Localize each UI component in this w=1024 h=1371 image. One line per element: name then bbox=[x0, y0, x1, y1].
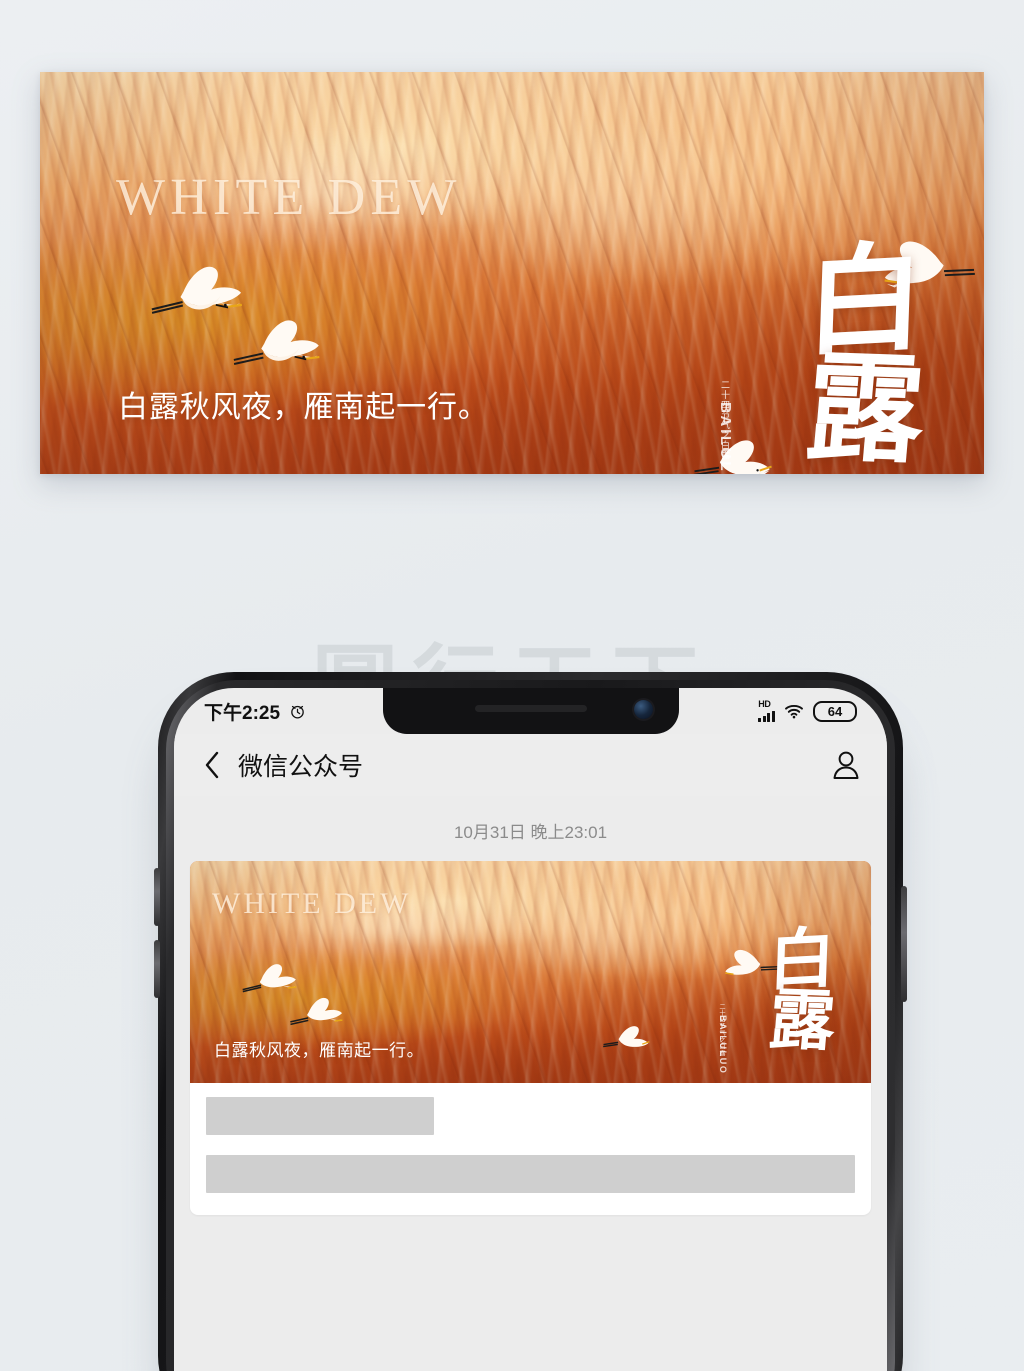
article-message-card[interactable]: WHITE DEW 白 露 二十四节气之白露 BAILULUO 白露秋风夜，雁南… bbox=[190, 861, 871, 1215]
volume-down-button[interactable] bbox=[154, 940, 160, 998]
back-button[interactable] bbox=[200, 748, 224, 782]
phone-notch bbox=[382, 688, 679, 734]
cover-english-title: WHITE DEW bbox=[212, 887, 412, 920]
phone-screen: 下午2:25 HD 64 微信公众号 10月31日 晚上23:01 WHITE … bbox=[174, 688, 887, 1371]
alarm-icon bbox=[291, 705, 304, 719]
earpiece-speaker bbox=[474, 705, 587, 712]
poster-calligraphy: 白 露 bbox=[800, 233, 929, 474]
status-bar-left: 下午2:25 bbox=[204, 698, 306, 725]
chat-content-area: 10月31日 晚上23:01 WHITE DEW 白 露 二十四节气之白露 BA… bbox=[174, 796, 887, 1371]
contact-person-icon bbox=[833, 751, 859, 779]
poster-preview-banner: WHITE DEW 白 露 二十四节气之白露 BAILULUO 白露秋风夜，雁南… bbox=[40, 72, 984, 474]
signal-bars-icon: HD bbox=[758, 700, 775, 722]
crane-icon bbox=[224, 307, 328, 386]
article-cover-image[interactable]: WHITE DEW 白 露 二十四节气之白露 BAILULUO 白露秋风夜，雁南… bbox=[190, 861, 871, 1083]
poster-english-title: WHITE DEW bbox=[116, 169, 462, 226]
status-time: 下午2:25 bbox=[204, 702, 281, 724]
power-button[interactable] bbox=[901, 886, 907, 1002]
signal-bars bbox=[758, 710, 775, 722]
status-bar-right: HD 64 bbox=[758, 700, 857, 722]
contact-button[interactable] bbox=[831, 749, 861, 781]
article-title-placeholder bbox=[206, 1097, 434, 1135]
wifi-icon bbox=[785, 704, 803, 719]
message-timestamp: 10月31日 晚上23:01 bbox=[453, 823, 608, 842]
battery-level: 64 bbox=[827, 703, 843, 719]
calligraphy-char-lu: 露 bbox=[765, 983, 839, 1059]
cover-poem-line: 白露秋风夜，雁南起一行。 bbox=[214, 1041, 425, 1060]
calligraphy-char-lu: 露 bbox=[800, 342, 930, 474]
article-description-placeholder bbox=[206, 1155, 855, 1193]
app-navigation-bar: 微信公众号 bbox=[174, 734, 887, 796]
volume-up-button[interactable] bbox=[154, 868, 160, 926]
battery-indicator: 64 bbox=[813, 700, 857, 722]
cover-vertical-pinyin: BAILULUO bbox=[718, 1015, 728, 1075]
crane-icon bbox=[599, 1016, 654, 1063]
front-camera-icon bbox=[633, 700, 653, 719]
chevron-left-icon bbox=[205, 751, 219, 779]
phone-mockup: 下午2:25 HD 64 微信公众号 10月31日 晚上23:01 WHITE … bbox=[154, 672, 907, 1371]
cover-calligraphy: 白 露 bbox=[765, 922, 839, 1059]
poster-vertical-pinyin: BAILULUO bbox=[717, 402, 734, 474]
hd-label: HD bbox=[758, 699, 771, 709]
article-text-body bbox=[190, 1083, 871, 1215]
crane-icon bbox=[285, 989, 347, 1038]
page-title: 微信公众号 bbox=[238, 753, 364, 781]
poster-poem-line: 白露秋风夜，雁南起一行。 bbox=[118, 391, 489, 424]
